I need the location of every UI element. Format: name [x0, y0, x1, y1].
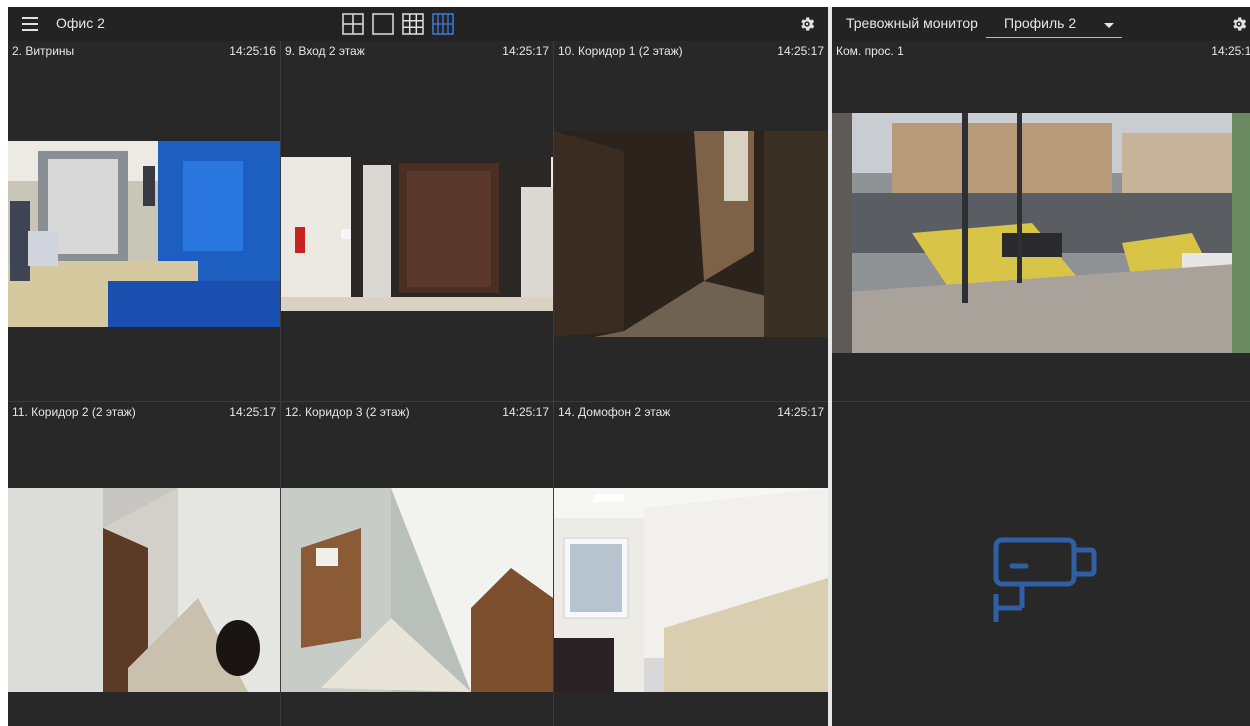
camera-time: 14:25:17 [777, 44, 824, 58]
camera-tile-4[interactable]: 11. Коридор 2 (2 этаж) 14:25:17 [8, 402, 280, 726]
camera-name: 2. Витрины [12, 44, 75, 58]
alarm-settings-gear-icon[interactable] [1230, 15, 1248, 33]
alarm-monitor-pane: Тревожный монитор Профиль 2 Ком. прос. 1… [832, 7, 1250, 726]
camera-feed-image [281, 488, 553, 692]
camera-tile-5[interactable]: 12. Коридор 3 (2 этаж) 14:25:17 [281, 402, 553, 726]
alarm-top-bar: Тревожный монитор Профиль 2 [832, 7, 1250, 41]
camera-tile-header: 14. Домофон 2 этаж 14:25:17 [554, 402, 828, 420]
camera-tile-header: 11. Коридор 2 (2 этаж) 14:25:17 [8, 402, 280, 420]
settings-gear-icon[interactable] [798, 15, 816, 33]
grid-divider [8, 401, 828, 402]
empty-alarm-slot[interactable] [832, 402, 1250, 726]
camera-tile-3[interactable]: 10. Коридор 1 (2 этаж) 14:25:17 [554, 41, 828, 401]
layout-3x3-icon[interactable] [402, 13, 424, 35]
camera-time: 14:25:17 [502, 44, 549, 58]
camera-icon [993, 537, 1097, 622]
page-title: Офис 2 [56, 15, 105, 31]
camera-feed-image [8, 141, 280, 327]
layout-2x2-icon[interactable] [342, 13, 364, 35]
camera-feed-image [554, 488, 828, 692]
camera-tile-header: 2. Витрины 14:25:16 [8, 41, 280, 59]
alarm-camera-tile[interactable]: Ком. прос. 1 14:25:18 [832, 41, 1250, 401]
camera-feed-image [554, 131, 828, 337]
camera-tile-header: 9. Вход 2 этаж 14:25:17 [281, 41, 553, 59]
camera-tile-2[interactable]: 9. Вход 2 этаж 14:25:17 [281, 41, 553, 401]
camera-tile-header: 10. Коридор 1 (2 этаж) 14:25:17 [554, 41, 828, 59]
chevron-down-icon [1104, 23, 1114, 28]
grid-divider [553, 41, 554, 726]
layout-1x1-icon[interactable] [372, 13, 394, 35]
camera-time: 14:25:17 [502, 405, 549, 419]
camera-name: 12. Коридор 3 (2 этаж) [285, 405, 410, 419]
camera-time: 14:25:17 [229, 405, 276, 419]
profile-select[interactable]: Профиль 2 [986, 11, 1122, 38]
camera-time: 14:25:16 [229, 44, 276, 58]
camera-feed-image [281, 157, 553, 311]
camera-name: 10. Коридор 1 (2 этаж) [558, 44, 683, 58]
camera-tile-header: 12. Коридор 3 (2 этаж) 14:25:17 [281, 402, 553, 420]
camera-name: 14. Домофон 2 этаж [558, 405, 671, 419]
camera-feed-image [832, 113, 1250, 353]
app-window: Офис 2 2. Витрины 14:25:16 9. Вход 2 эта… [8, 7, 1250, 726]
camera-tile-1[interactable]: 2. Витрины 14:25:16 [8, 41, 280, 401]
camera-tile-header: Ком. прос. 1 14:25:18 [832, 41, 1250, 59]
camera-time: 14:25:17 [777, 405, 824, 419]
camera-name: Ком. прос. 1 [836, 44, 904, 58]
video-grid-pane: Офис 2 2. Витрины 14:25:16 9. Вход 2 эта… [8, 7, 828, 726]
top-bar: Офис 2 [8, 7, 828, 41]
profile-select-value: Профиль 2 [1004, 15, 1077, 31]
menu-icon[interactable] [22, 17, 38, 31]
camera-tile-6[interactable]: 14. Домофон 2 этаж 14:25:17 [554, 402, 828, 726]
camera-feed-image [8, 488, 280, 692]
camera-time: 14:25:18 [1211, 44, 1250, 58]
layout-4x4-icon[interactable] [432, 13, 454, 35]
grid-divider [280, 41, 281, 726]
camera-name: 11. Коридор 2 (2 этаж) [12, 405, 136, 419]
camera-name: 9. Вход 2 этаж [285, 44, 365, 58]
alarm-monitor-label: Тревожный монитор [846, 15, 978, 31]
